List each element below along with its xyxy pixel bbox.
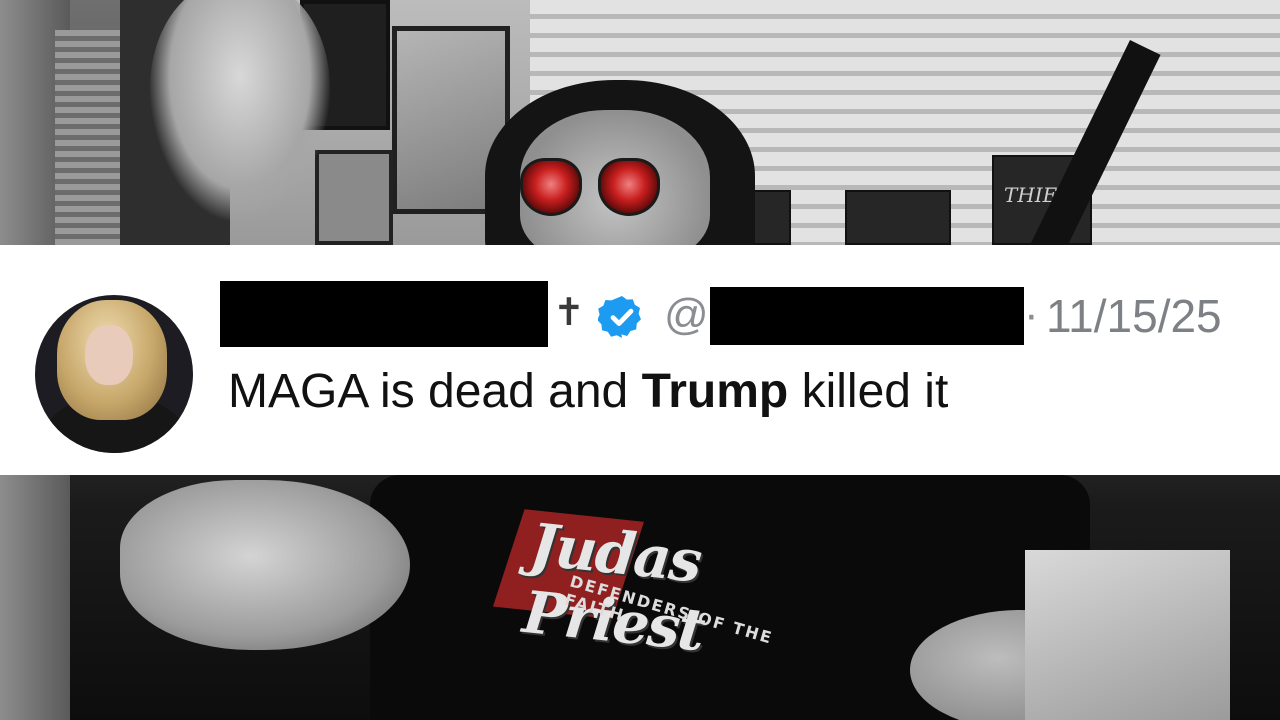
sunglasses-lens-right xyxy=(598,158,660,216)
shelf-item xyxy=(845,190,951,245)
verified-badge-shape xyxy=(598,296,641,338)
sunglasses-lens-left xyxy=(520,158,582,216)
separator-dot: · xyxy=(1024,290,1039,339)
tweet-text-part2: killed it xyxy=(788,365,949,418)
avatar xyxy=(35,295,193,453)
person-arm xyxy=(120,480,410,650)
avatar-face xyxy=(85,325,133,385)
handle-prefix: @ xyxy=(664,290,709,339)
cross-icon: ✝ xyxy=(553,290,585,334)
raised-hand xyxy=(150,0,330,220)
band-logo: Judas Priest DEFENDERS OF THE FAITH xyxy=(492,488,845,716)
tweet-text-part1: MAGA is dead and xyxy=(228,365,642,418)
poster xyxy=(1025,550,1230,720)
redacted-display-name xyxy=(220,281,548,347)
tweet-text: MAGA is dead and Trump killed it xyxy=(228,363,948,421)
picture-frame xyxy=(315,150,393,245)
verified-badge-icon xyxy=(598,296,641,338)
window-blinds-left xyxy=(55,30,120,245)
tweet-card: ✝ @ · 11/15/25 MAGA is dead and Trump ki… xyxy=(0,245,1280,475)
redacted-handle xyxy=(710,287,1024,345)
post-date: 11/15/25 xyxy=(1046,290,1222,342)
tweet-text-bold: Trump xyxy=(641,365,789,418)
